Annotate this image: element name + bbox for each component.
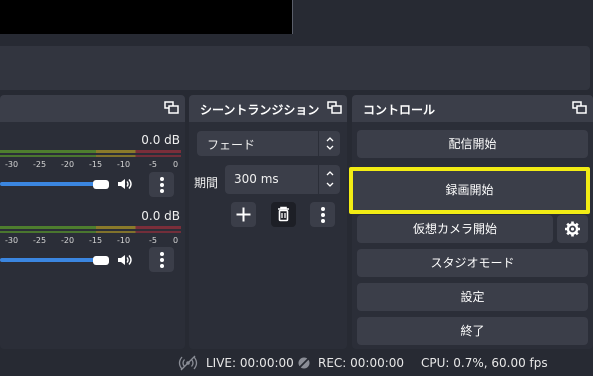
remove-transition-button[interactable] — [271, 202, 296, 227]
tick-label: -25 — [33, 236, 47, 245]
tick-label: -30 — [5, 236, 19, 245]
channel-1-volume-slider[interactable] — [0, 182, 101, 186]
live-signal-icon — [178, 355, 198, 374]
channel-2-volume-handle[interactable] — [93, 256, 109, 265]
tick-label: -30 — [5, 160, 19, 169]
duration-spinbox[interactable]: 300 ms — [225, 165, 340, 194]
channel-2-menu-button[interactable] — [149, 247, 174, 272]
tick-label: -20 — [61, 236, 75, 245]
scene-transitions-dock: シーントランジション フェード 期間 300 ms — [189, 95, 347, 349]
exit-button[interactable]: 終了 — [357, 317, 588, 345]
controls-header: コントロール — [352, 95, 593, 122]
studio-mode-button[interactable]: スタジオモード — [357, 249, 588, 277]
undock-icon[interactable] — [164, 101, 179, 115]
channel-2-meter-r — [0, 231, 181, 233]
transition-menu-button[interactable] — [310, 202, 335, 227]
tick-label: -20 — [61, 160, 75, 169]
start-recording-button[interactable]: 録画開始 — [349, 167, 590, 214]
channel-1-meter-r — [0, 155, 181, 157]
live-time: LIVE: 00:00:00 — [206, 356, 294, 370]
audio-mixer-dock: 0.0 dB -30 -25 -20 -15 -10 -5 0 0.0 dB -… — [0, 95, 185, 349]
undock-icon[interactable] — [327, 101, 342, 115]
channel-1-menu-button[interactable] — [149, 172, 174, 197]
tick-label: 0 — [173, 160, 179, 169]
settings-button[interactable]: 設定 — [357, 283, 588, 311]
speaker-icon[interactable] — [117, 253, 133, 267]
channel-2-volume-slider[interactable] — [0, 258, 101, 262]
transitions-title: シーントランジション — [200, 103, 320, 117]
tick-label: -5 — [149, 160, 157, 169]
start-recording-label: 録画開始 — [445, 183, 494, 197]
transitions-header: シーントランジション — [189, 95, 347, 122]
transition-select[interactable]: フェード — [197, 131, 340, 156]
transition-select-value: フェード — [207, 138, 256, 152]
rec-disabled-icon — [297, 356, 311, 373]
tick-label: -15 — [89, 160, 103, 169]
start-streaming-button[interactable]: 配信開始 — [357, 130, 588, 158]
tick-label: -10 — [117, 236, 131, 245]
tick-label: -25 — [33, 160, 47, 169]
preview-canvas[interactable] — [0, 0, 293, 34]
channel-2-meter — [0, 226, 181, 229]
channel-1-scale: -30 -25 -20 -15 -10 -5 0 — [0, 160, 182, 172]
cpu-fps: CPU: 0.7%, 60.00 fps — [421, 356, 548, 370]
status-bar: LIVE: 00:00:00 REC: 00:00:00 CPU: 0.7%, … — [0, 350, 593, 376]
spin-arrows-icon[interactable] — [318, 165, 340, 194]
channel-1-volume-handle[interactable] — [93, 180, 109, 189]
controls-dock: コントロール 配信開始 録画開始 仮想カメラ開始 スタジオモード 設定 終了 — [349, 95, 593, 349]
obs-window: 0.0 dB -30 -25 -20 -15 -10 -5 0 0.0 dB -… — [0, 0, 593, 376]
channel-2-db: 0.0 dB — [141, 209, 180, 223]
mixer-header — [0, 95, 185, 122]
scene-toolbar — [0, 46, 590, 90]
trash-icon — [271, 206, 296, 230]
duration-value: 300 ms — [234, 172, 279, 186]
tick-label: -15 — [89, 236, 103, 245]
channel-1-meter — [0, 150, 181, 153]
duration-label: 期間 — [194, 176, 219, 190]
speaker-icon[interactable] — [117, 177, 133, 191]
tick-label: -10 — [117, 160, 131, 169]
rec-time: REC: 00:00:00 — [318, 356, 405, 370]
start-virtual-camera-button[interactable]: 仮想カメラ開始 — [357, 215, 553, 243]
channel-1-db: 0.0 dB — [141, 133, 180, 147]
gear-icon — [557, 221, 588, 246]
add-transition-button[interactable] — [231, 202, 256, 227]
plus-icon — [231, 207, 256, 230]
tick-label: -5 — [149, 236, 157, 245]
up-down-chevron-icon — [318, 131, 340, 156]
tick-label: 0 — [173, 236, 179, 245]
virtual-camera-settings-button[interactable] — [557, 215, 588, 243]
undock-icon[interactable] — [572, 101, 587, 115]
controls-title: コントロール — [363, 103, 436, 117]
